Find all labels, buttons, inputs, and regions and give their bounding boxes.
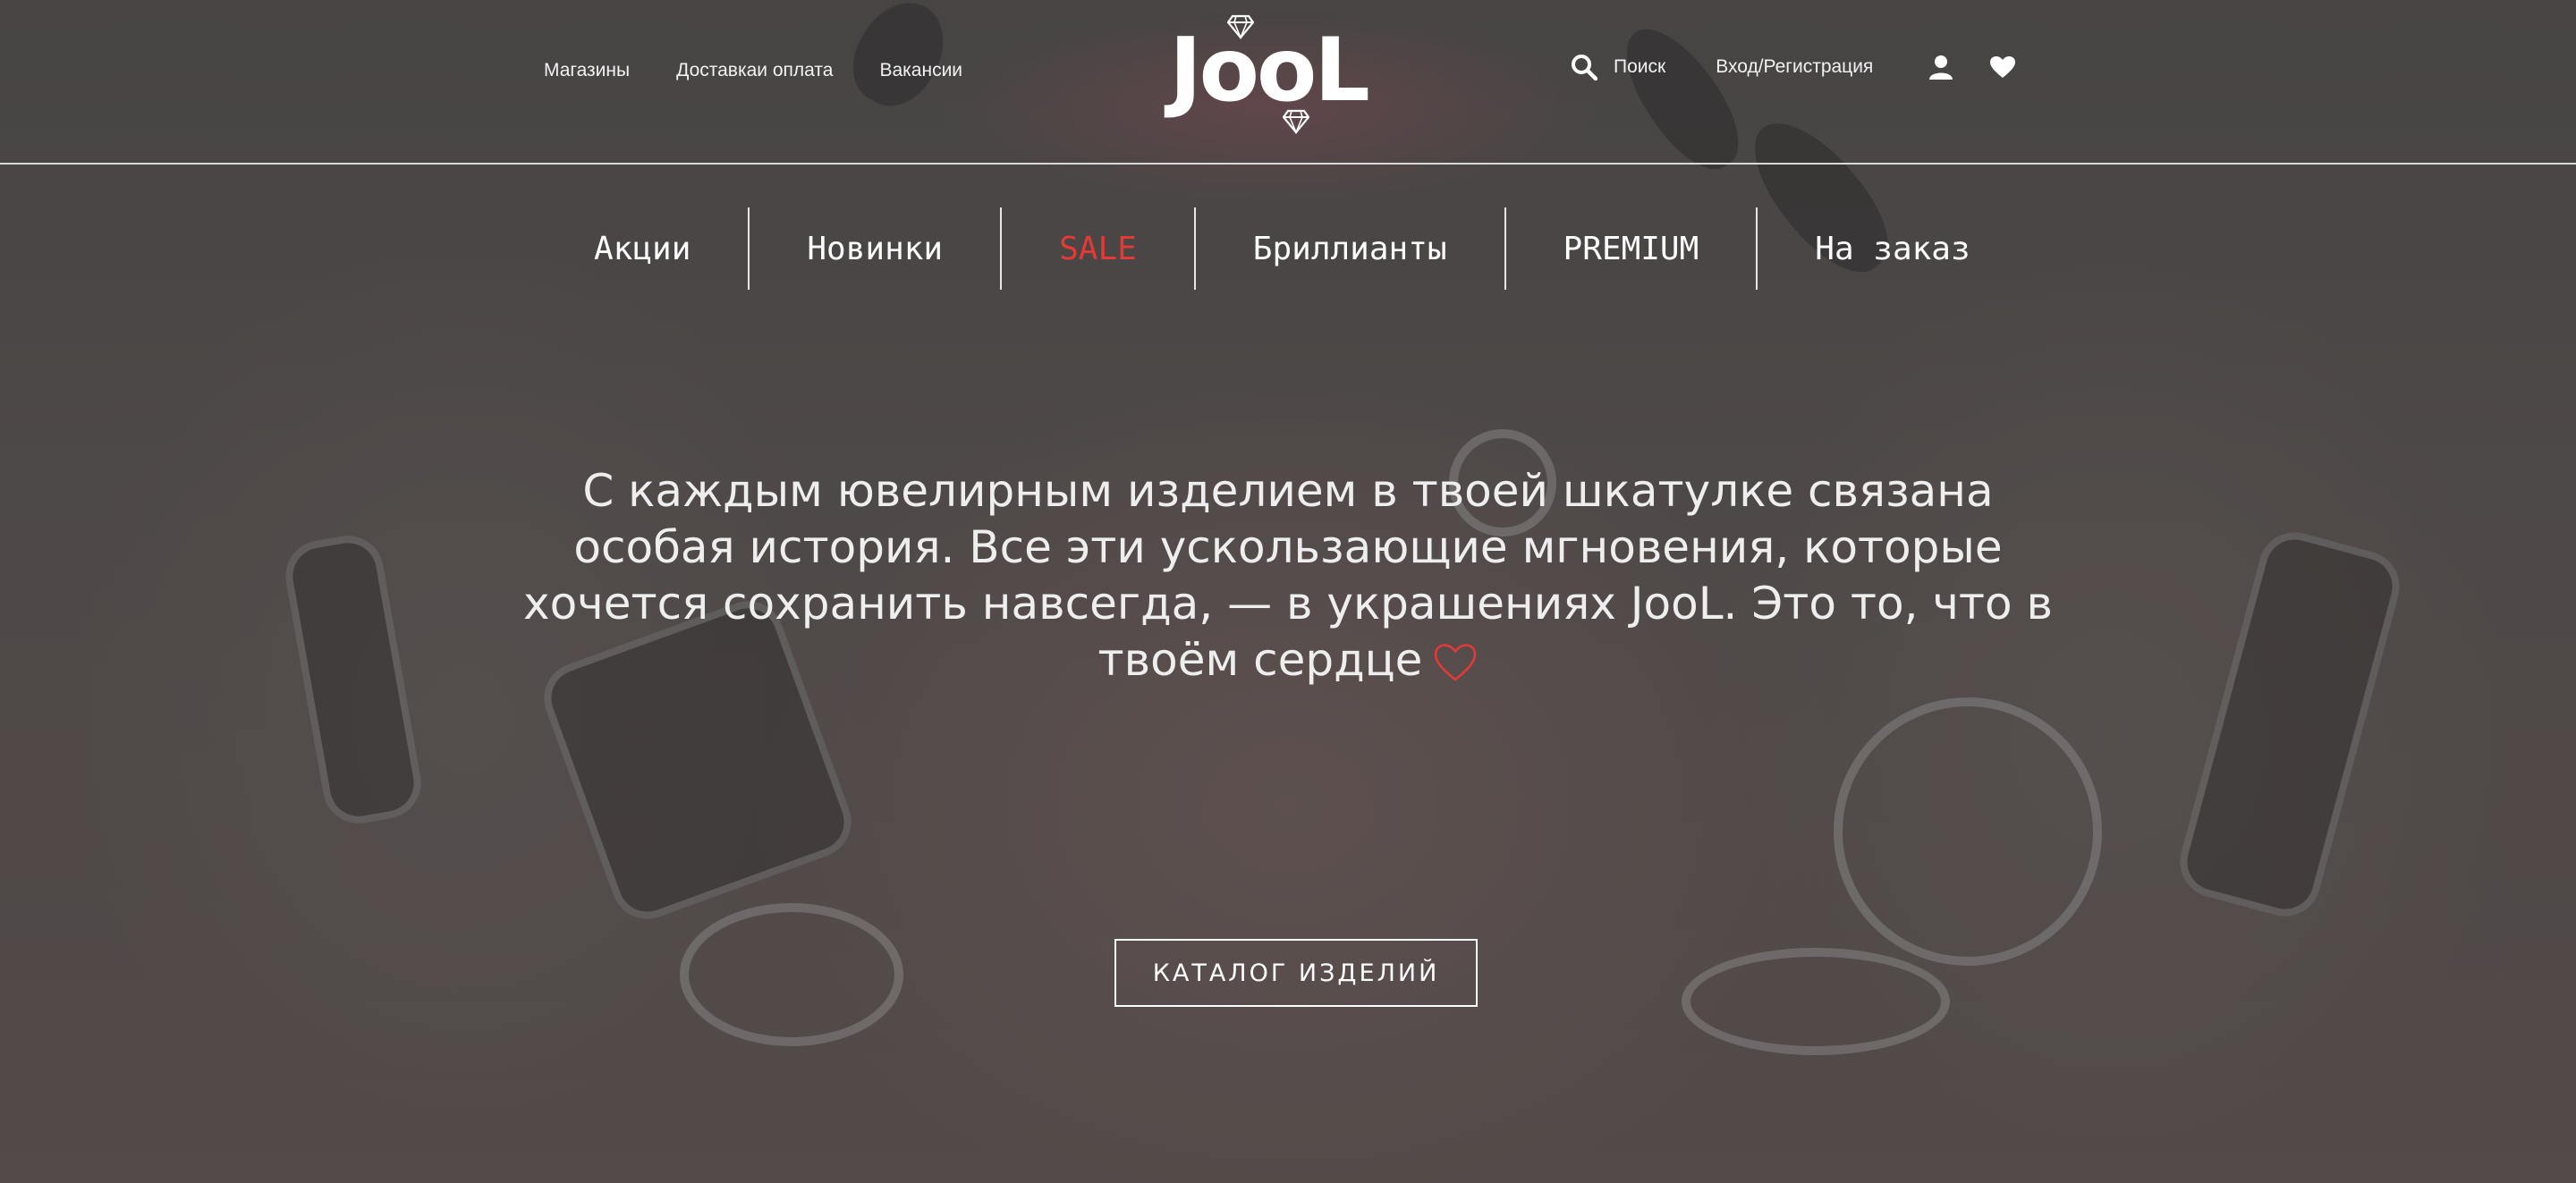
search-icon: [1572, 55, 1597, 80]
nav-link-stores[interactable]: Магазины: [544, 60, 630, 81]
category-custom-order[interactable]: На заказ: [1758, 207, 2027, 290]
category-premium[interactable]: PREMIUM: [1506, 207, 1757, 290]
landing-page: Магазины Доставкаи оплата Вакансии JooL …: [0, 0, 2576, 1183]
nav-link-delivery[interactable]: Доставкаи оплата: [676, 60, 833, 81]
diamond-icon: [1227, 14, 1254, 39]
search-label: Поиск: [1614, 56, 1666, 77]
category-promotions[interactable]: Акции: [537, 207, 748, 290]
search-button[interactable]: Поиск: [1571, 54, 1665, 80]
login-link[interactable]: Вход/Регистрация: [1716, 56, 1873, 78]
nav-link-vacancies[interactable]: Вакансии: [879, 60, 962, 81]
hero-text: С каждым ювелирным изделием в твоей шкат…: [522, 465, 2053, 686]
category-diamonds[interactable]: Бриллианты: [1196, 207, 1504, 290]
logo[interactable]: JooL: [1161, 13, 1376, 138]
diamond-icon: [1283, 109, 1309, 134]
catalog-button[interactable]: КАТАЛОГ ИЗДЕЛИЙ: [1114, 939, 1478, 1007]
top-nav: Магазины Доставкаи оплата Вакансии: [544, 60, 962, 81]
category-new[interactable]: Новинки: [750, 207, 1000, 290]
user-icon[interactable]: [1928, 55, 1953, 80]
header-tools: Поиск Вход/Регистрация: [1571, 54, 2016, 80]
header-divider: [0, 163, 2576, 165]
heart-icon[interactable]: [1989, 55, 2016, 79]
category-nav: Акции Новинки SALE Бриллианты PREMIUM На…: [537, 207, 2028, 290]
category-sale[interactable]: SALE: [1002, 207, 1194, 290]
logo-text: JooL: [1169, 20, 1370, 122]
hero-text-block: С каждым ювелирным изделием в твоей шкат…: [501, 463, 2075, 689]
heart-outline-icon: [1435, 644, 1477, 681]
